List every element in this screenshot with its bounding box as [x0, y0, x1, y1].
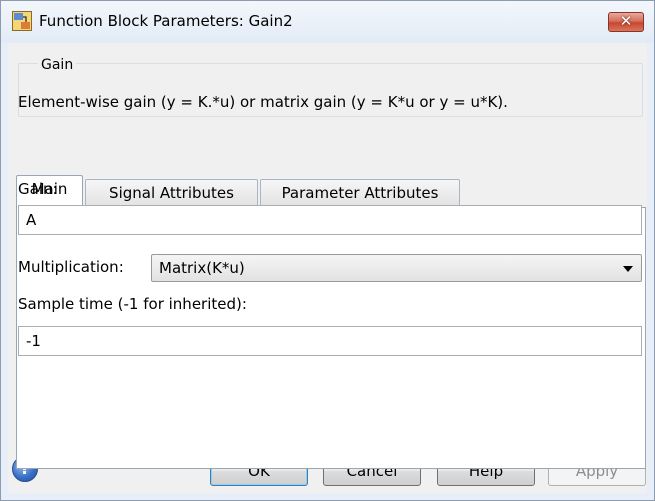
block-description: Element-wise gain (y = K.*u) or matrix g…	[18, 93, 508, 111]
tab-signal-attributes[interactable]: Signal Attributes	[85, 179, 258, 206]
gain-input[interactable]: A	[18, 205, 642, 235]
multiplication-label: Multiplication:	[18, 258, 124, 276]
title-bar[interactable]: Function Block Parameters: Gain2 ✕	[1, 1, 654, 43]
simulink-block-icon	[12, 11, 32, 31]
sample-time-label: Sample time (-1 for inherited):	[18, 295, 247, 313]
multiplication-value: Matrix(K*u)	[159, 259, 245, 277]
dialog-window: Function Block Parameters: Gain2 ✕ Gain …	[0, 0, 655, 501]
chevron-down-icon	[623, 266, 633, 272]
close-icon: ✕	[619, 12, 633, 30]
close-button[interactable]: ✕	[608, 12, 644, 32]
sample-time-input[interactable]: -1	[18, 326, 642, 356]
dialog-body: Gain Element-wise gain (y = K.*u) or mat…	[8, 43, 647, 493]
multiplication-select[interactable]: Matrix(K*u)	[151, 254, 642, 282]
gain-label: Gain:	[18, 180, 58, 198]
group-legend: Gain	[38, 57, 77, 73]
tab-parameter-attributes[interactable]: Parameter Attributes	[260, 179, 460, 206]
window-title: Function Block Parameters: Gain2	[39, 12, 293, 30]
